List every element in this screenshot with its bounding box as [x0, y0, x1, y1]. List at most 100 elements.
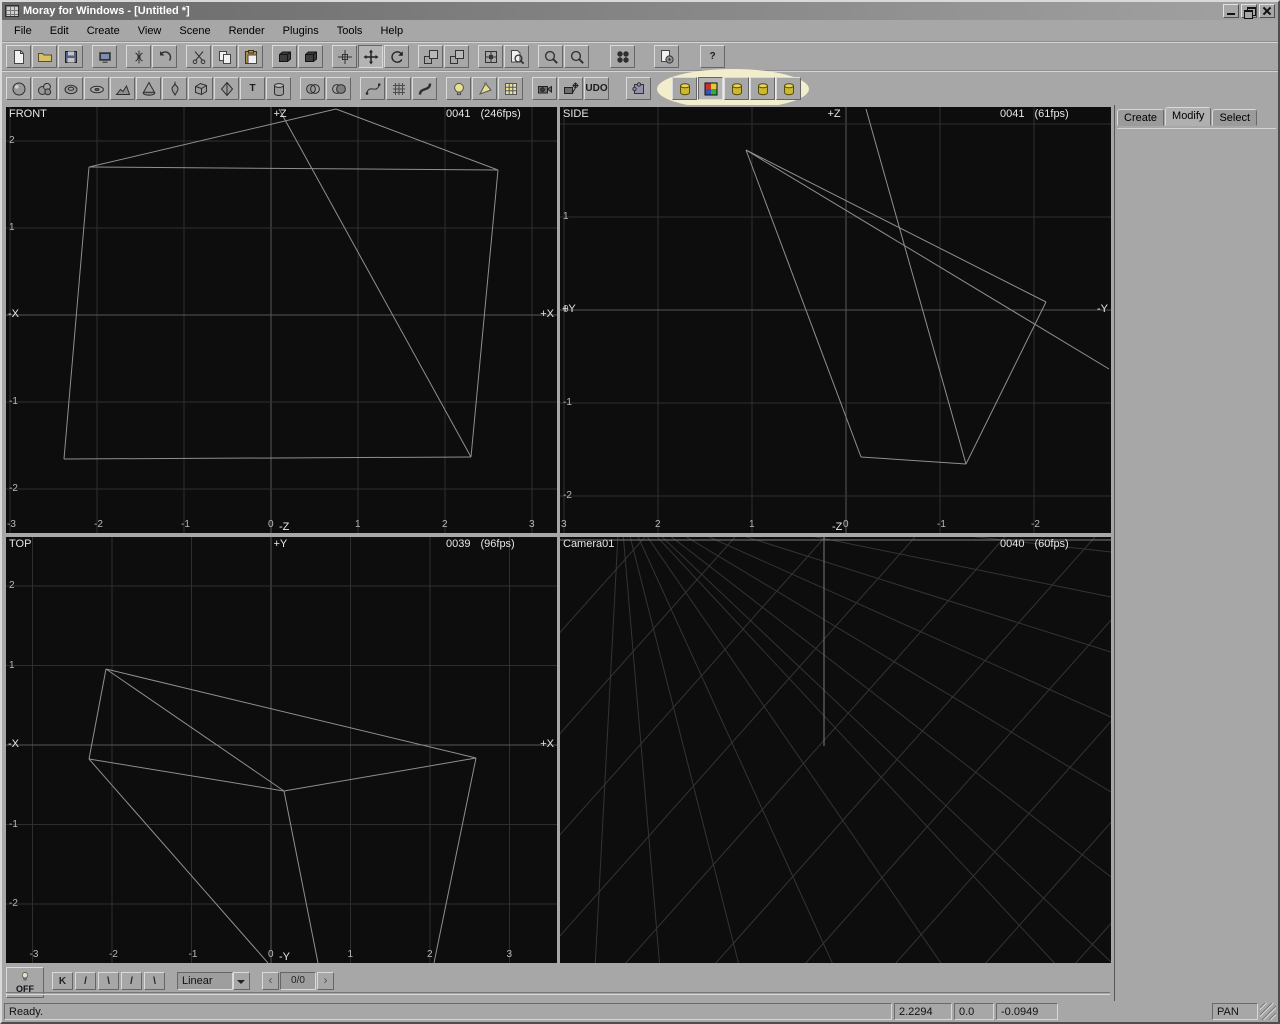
create-pointlight-button[interactable]: [446, 77, 471, 100]
viewport-side[interactable]: SIDE+Z0041(61fps)10-1-23210-1-2+Y-Y-Z: [560, 107, 1111, 533]
close-button[interactable]: [1259, 4, 1275, 18]
material-browser-button[interactable]: [698, 77, 723, 100]
viewport-top[interactable]: TOP+Y0039(96fps)21-1-2-3-2-10123-X+X-Y: [6, 537, 557, 963]
rotate-tool-button[interactable]: [384, 45, 409, 68]
create-udo-button[interactable]: UDO: [584, 77, 609, 100]
create-text-button[interactable]: T: [240, 77, 265, 100]
create-heightfield-button[interactable]: [110, 77, 135, 100]
menu-scene[interactable]: Scene: [170, 22, 219, 40]
create-cone-button[interactable]: [136, 77, 161, 100]
lathe-icon: [131, 49, 147, 65]
edit-points-button[interactable]: [478, 45, 503, 68]
next-frame-button[interactable]: ›: [317, 972, 334, 990]
create-cube-button[interactable]: [188, 77, 213, 100]
create-sweep-button[interactable]: [412, 77, 437, 100]
prev-frame-button[interactable]: ‹: [262, 972, 279, 990]
darkbox-icon: [303, 49, 319, 65]
create-sphere-button[interactable]: [6, 77, 31, 100]
keyframe-button[interactable]: K: [52, 972, 73, 990]
menu-file[interactable]: File: [5, 22, 41, 40]
create-targetcam-button[interactable]: [558, 77, 583, 100]
x-tick: -1: [189, 949, 198, 960]
uniform-scale-button[interactable]: [444, 45, 469, 68]
material-remove-button[interactable]: [776, 77, 801, 100]
create-torus-button[interactable]: [58, 77, 83, 100]
viewport-layout-button[interactable]: [610, 45, 635, 68]
zoom-out-button[interactable]: [564, 45, 589, 68]
paste-button[interactable]: [238, 45, 263, 68]
wireframe-display-button[interactable]: [272, 45, 297, 68]
create-blob-button[interactable]: [32, 77, 57, 100]
title-bar[interactable]: Moray for Windows - [Untitled *]: [2, 2, 1278, 20]
menu-plugins[interactable]: Plugins: [274, 22, 328, 40]
interpolation-select[interactable]: Linear: [177, 972, 250, 990]
tab-modify[interactable]: Modify: [1165, 107, 1211, 126]
create-prism-button[interactable]: [214, 77, 239, 100]
viewport-camera[interactable]: Camera010040(60fps): [560, 537, 1111, 963]
tab-select[interactable]: Select: [1212, 109, 1257, 126]
create-cylinder-button[interactable]: [266, 77, 291, 100]
create-udo-icon: UDO: [585, 84, 607, 94]
lathe-tool-button[interactable]: [126, 45, 151, 68]
rotate-icon: [389, 49, 405, 65]
create-disc-button[interactable]: [84, 77, 109, 100]
viewport-name: TOP: [9, 538, 31, 550]
new-button[interactable]: [6, 45, 31, 68]
frame-counter: 0040(60fps): [1000, 538, 1069, 550]
menu-tools[interactable]: Tools: [328, 22, 372, 40]
anim-ramp-up-button[interactable]: /: [75, 972, 96, 990]
open-button[interactable]: [32, 45, 57, 68]
menu-view[interactable]: View: [129, 22, 171, 40]
anim-ease-in-button[interactable]: /: [121, 972, 142, 990]
undo-button[interactable]: [152, 45, 177, 68]
zoom-in-button[interactable]: [538, 45, 563, 68]
viewport-front[interactable]: FRONT+Z0041(246fps)21-1-2-3-2-10123-X+X-…: [6, 107, 557, 533]
scalebox-icon: [449, 49, 465, 65]
create-camera-button[interactable]: [532, 77, 557, 100]
create-spotlight-button[interactable]: [472, 77, 497, 100]
create-mesh-button[interactable]: [386, 77, 411, 100]
create-arealight-button[interactable]: [498, 77, 523, 100]
anim-ease-out-button[interactable]: \: [144, 972, 165, 990]
axis-label-right: +X: [540, 738, 554, 750]
grid4-icon: [615, 49, 631, 65]
csg-union-button[interactable]: [300, 77, 325, 100]
render-window-button[interactable]: [92, 45, 117, 68]
material-apply-button[interactable]: [724, 77, 749, 100]
dropdown-arrow-icon[interactable]: [233, 972, 250, 990]
help-button[interactable]: ?: [700, 45, 725, 68]
solid-display-button[interactable]: [298, 45, 323, 68]
material-editor-button[interactable]: [672, 77, 697, 100]
create-bezier-button[interactable]: [360, 77, 385, 100]
cube-icon: [193, 81, 209, 97]
zoom-region-button[interactable]: [504, 45, 529, 68]
blob-icon: [37, 81, 53, 97]
save-button[interactable]: [58, 45, 83, 68]
material-copy-button[interactable]: [750, 77, 775, 100]
y-tick: -1: [563, 397, 572, 408]
create-sor-button[interactable]: [162, 77, 187, 100]
anim-ramp-down-button[interactable]: \: [98, 972, 119, 990]
plugins-button[interactable]: [626, 77, 651, 100]
menu-create[interactable]: Create: [78, 22, 129, 40]
move-icon: [363, 49, 379, 65]
x-tick: 2: [427, 949, 433, 960]
menu-render[interactable]: Render: [220, 22, 274, 40]
copy-button[interactable]: [212, 45, 237, 68]
cut-button[interactable]: [186, 45, 211, 68]
render-options-button[interactable]: [654, 45, 679, 68]
move-tool-button[interactable]: [358, 45, 383, 68]
select-tool-button[interactable]: [332, 45, 357, 68]
x-tick: -1: [937, 519, 946, 530]
heightfield-icon: [115, 81, 131, 97]
tab-create[interactable]: Create: [1117, 109, 1164, 126]
menu-edit[interactable]: Edit: [41, 22, 78, 40]
scale-tool-button[interactable]: [418, 45, 443, 68]
restore-button[interactable]: [1241, 4, 1257, 18]
menu-help[interactable]: Help: [371, 22, 412, 40]
resize-grip[interactable]: [1260, 1003, 1276, 1020]
csg-difference-button[interactable]: [326, 77, 351, 100]
y-tick: -2: [563, 490, 572, 501]
system-menu-icon[interactable]: [5, 5, 19, 17]
minimize-button[interactable]: [1223, 4, 1239, 18]
